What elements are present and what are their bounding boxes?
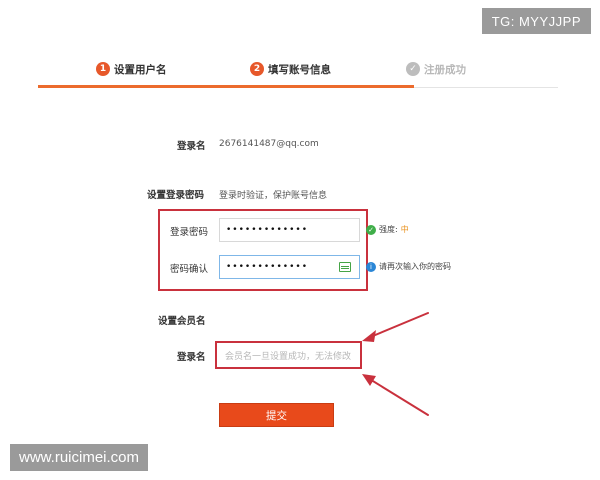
arrow-upper-head bbox=[362, 330, 376, 342]
arrow-upper-shaft bbox=[367, 312, 429, 339]
watermark-site: www.ruicimei.com bbox=[10, 444, 149, 471]
arrow-lower-shaft bbox=[367, 377, 429, 416]
arrow-lower-head bbox=[362, 374, 376, 386]
submit-button[interactable]: 提交 bbox=[219, 403, 334, 427]
